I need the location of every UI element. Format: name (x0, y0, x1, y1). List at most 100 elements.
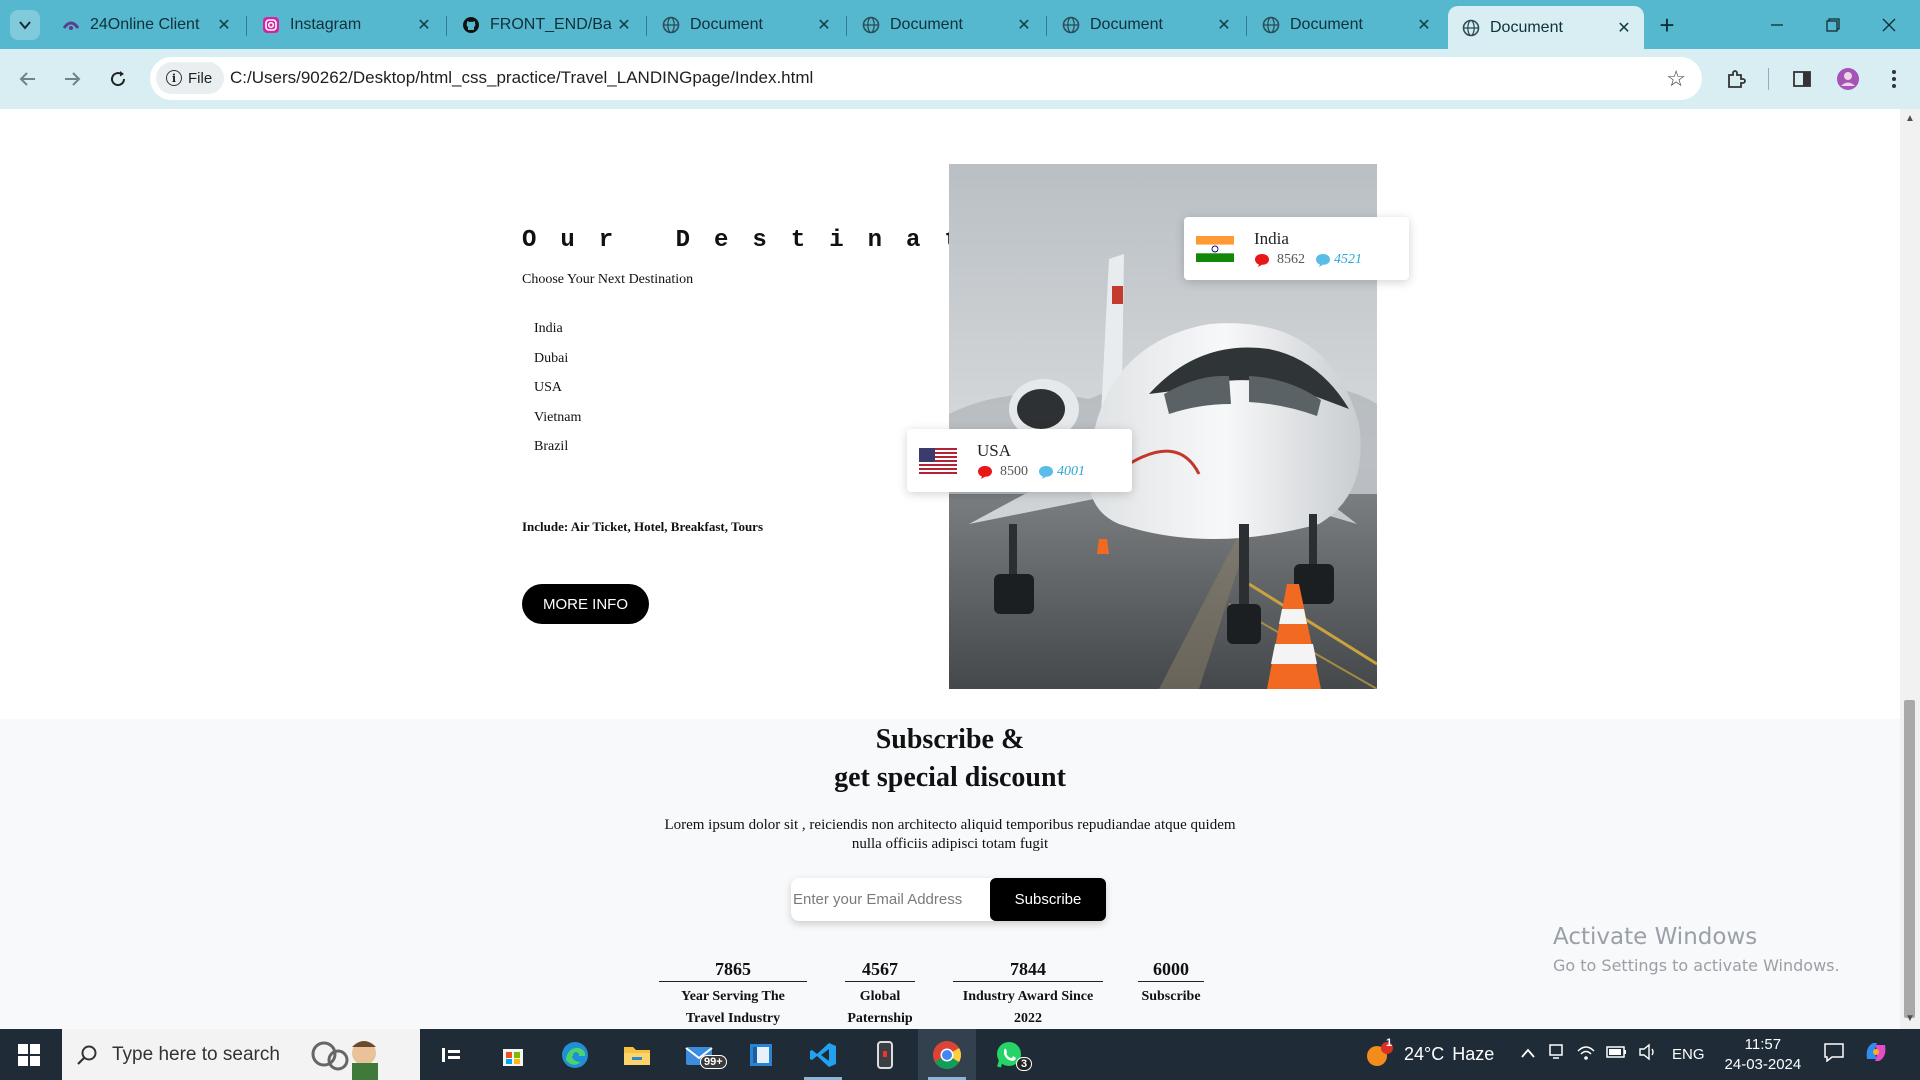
tab-document-active[interactable]: Document ✕ (1448, 6, 1644, 49)
stat-label-line1: Global (859, 989, 901, 1004)
scroll-up-arrow-icon[interactable]: ▲ (1903, 113, 1917, 125)
likes-count: 8562 (1277, 252, 1305, 267)
close-icon[interactable]: ✕ (1414, 15, 1434, 35)
subscribe-title-line2: get special discount (834, 762, 1066, 793)
taskbar-app-store[interactable] (484, 1029, 542, 1080)
taskbar-app-chrome[interactable] (918, 1029, 976, 1080)
comment-icon (1316, 253, 1330, 267)
address-bar[interactable]: i File C:/Users/90262/Desktop/html_css_p… (150, 57, 1702, 100)
list-item: Vietnam (534, 409, 582, 425)
minimize-icon (1771, 23, 1783, 26)
close-icon[interactable]: ✕ (414, 15, 434, 35)
avatar (1837, 68, 1859, 90)
globe-icon (1462, 19, 1480, 37)
subscribe-paragraph-line1: Lorem ipsum dolor sit , reiciendis non a… (664, 817, 1236, 833)
tab-document-2[interactable]: Document ✕ (848, 8, 1044, 42)
close-icon[interactable]: ✕ (1214, 15, 1234, 35)
subscribe-button[interactable]: Subscribe (990, 878, 1106, 921)
activate-windows-watermark: Activate Windows Go to Settings to activ… (1553, 924, 1840, 975)
taskbar-app-file-explorer[interactable] (608, 1029, 666, 1080)
forward-button[interactable] (56, 63, 88, 95)
stat-awards: 7844 Industry Award Since 2022 (953, 958, 1103, 1029)
tab-instagram[interactable]: Instagram ✕ (248, 8, 444, 42)
kebab-menu-icon (1892, 70, 1896, 88)
reload-button[interactable] (102, 63, 134, 95)
language-indicator[interactable]: ENG (1672, 1046, 1705, 1063)
india-card[interactable]: India 8562 4521 (1184, 217, 1409, 280)
close-window-button[interactable] (1856, 0, 1920, 49)
task-view-button[interactable] (422, 1029, 480, 1080)
subscribe-title: Subscribe & get special discount (0, 721, 1900, 797)
site-info-chip[interactable]: i File (156, 62, 225, 94)
usa-card[interactable]: USA 8500 4001 (907, 429, 1132, 492)
volume-icon[interactable] (1638, 1043, 1658, 1066)
close-icon[interactable]: ✕ (1014, 15, 1034, 35)
stat-label-line1: Year Serving The (681, 989, 785, 1004)
taskbar-app-mail[interactable]: 99+ (670, 1029, 728, 1080)
side-panel-button[interactable] (1786, 63, 1818, 95)
list-item: India (534, 321, 563, 336)
extensions-button[interactable] (1720, 63, 1752, 95)
tab-github[interactable]: FRONT_END/Ba ✕ (448, 8, 644, 42)
file-chip-label: File (188, 69, 213, 87)
taskbar-app-edge[interactable] (546, 1029, 604, 1080)
copilot-icon[interactable] (1863, 1039, 1889, 1070)
notification-icon[interactable] (1823, 1042, 1845, 1067)
url-text[interactable]: C:/Users/90262/Desktop/html_css_practice… (230, 68, 813, 88)
likes-count: 8500 (1000, 464, 1028, 479)
taskbar-app-whatsapp[interactable]: 3 (980, 1029, 1038, 1080)
scrollbar-thumb[interactable] (1904, 700, 1915, 1018)
heart-comment-icon (1255, 253, 1269, 267)
new-tab-button[interactable]: + (1652, 10, 1682, 40)
close-icon[interactable]: ✕ (814, 15, 834, 35)
tab-separator (446, 16, 447, 36)
system-tray: ENG 11:57 24-03-2024 (1520, 1029, 1889, 1080)
battery-icon[interactable] (1606, 1045, 1628, 1064)
close-icon[interactable]: ✕ (214, 15, 234, 35)
taskbar-app-vscode[interactable] (794, 1029, 852, 1080)
tab-title: Document (690, 16, 763, 33)
stat-value: 7844 (953, 958, 1103, 982)
close-icon[interactable]: ✕ (1614, 18, 1634, 38)
whatsapp-badge: 3 (1016, 1057, 1033, 1071)
stat-value: 6000 (1138, 958, 1204, 982)
chevron-up-icon[interactable] (1520, 1046, 1536, 1064)
tab-document-1[interactable]: Document ✕ (648, 8, 844, 42)
weather-alert-count: 1 (1386, 1037, 1393, 1049)
tab-separator (646, 16, 647, 36)
tab-24online[interactable]: 24Online Client ✕ (48, 8, 244, 42)
wifi-icon[interactable] (1576, 1043, 1596, 1066)
bookmark-star-icon[interactable]: ☆ (1666, 66, 1686, 92)
globe-icon (662, 16, 680, 34)
tab-search-button[interactable] (10, 10, 40, 40)
watermark-line1: Activate Windows (1553, 924, 1758, 950)
email-field[interactable] (791, 878, 991, 921)
start-button[interactable] (0, 1029, 58, 1080)
destination-list: India Dubai USA Vietnam Brazil (534, 321, 581, 469)
back-button[interactable] (12, 63, 44, 95)
tab-document-3[interactable]: Document ✕ (1048, 8, 1244, 42)
tab-title: 24Online Client (90, 16, 200, 33)
globe-icon (862, 16, 880, 34)
taskbar-app-phone[interactable] (856, 1029, 914, 1080)
stat-subscribe: 6000 Subscribe (1138, 958, 1204, 1008)
clock[interactable]: 11:57 24-03-2024 (1725, 1035, 1802, 1075)
taskbar-app-notepad[interactable] (732, 1029, 790, 1080)
close-icon[interactable]: ✕ (614, 15, 634, 35)
tab-title: Document (890, 16, 963, 33)
watermark-line2: Go to Settings to activate Windows. (1553, 956, 1840, 975)
github-icon (462, 16, 480, 34)
weather-widget[interactable]: 1 24°C Haze (1364, 1029, 1494, 1080)
notepad-icon (750, 1043, 772, 1066)
tab-strip: 24Online Client ✕ Instagram ✕ FRONT_END/… (0, 0, 1920, 49)
browser-menu-button[interactable] (1878, 63, 1910, 95)
tab-title: Document (1090, 16, 1163, 33)
instagram-icon (262, 16, 280, 34)
tab-document-4[interactable]: Document ✕ (1248, 8, 1444, 42)
meet-now-icon[interactable] (1548, 1043, 1564, 1066)
profile-button[interactable] (1832, 63, 1864, 95)
more-info-button[interactable]: MORE INFO (522, 584, 649, 624)
scroll-down-arrow-icon[interactable]: ▼ (1903, 1013, 1917, 1025)
taskbar-search[interactable]: Type here to search (62, 1029, 420, 1080)
subscribe-paragraph: Lorem ipsum dolor sit , reiciendis non a… (620, 816, 1280, 854)
